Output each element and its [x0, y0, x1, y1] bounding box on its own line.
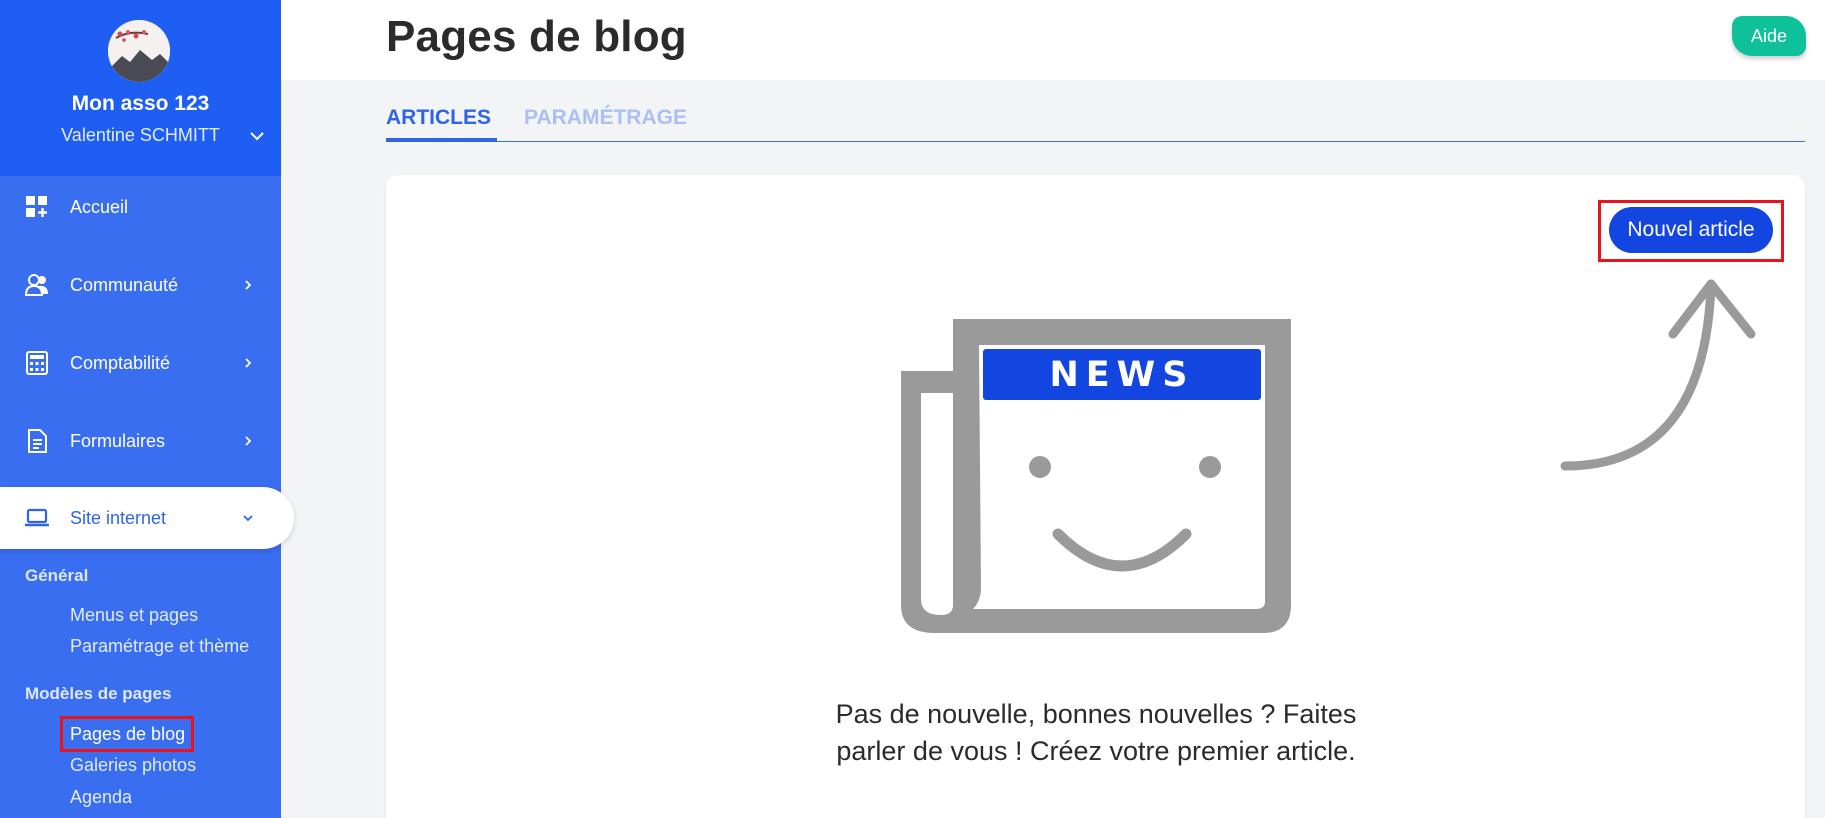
- chevron-right-icon: [245, 436, 252, 446]
- highlight-box: [60, 716, 194, 752]
- empty-state-line: parler de vous ! Créez votre premier art…: [836, 736, 1356, 766]
- nav-label: Formulaires: [70, 430, 166, 451]
- sidebar-link-menus-et-pages[interactable]: Menus et pages: [70, 605, 198, 626]
- nav-label: Communauté: [70, 274, 179, 295]
- tab-bar: ARTICLES PARAMÉTRAGE: [386, 106, 1805, 142]
- chevron-right-icon: [245, 280, 252, 290]
- section-title-modeles-de-pages: Modèles de pages: [25, 684, 172, 703]
- organization-name: Mon asso 123: [71, 92, 210, 115]
- sidebar-link-galeries-photos[interactable]: Galeries photos: [70, 755, 196, 776]
- laptop-icon: [25, 508, 49, 527]
- nav-item-comptabilite[interactable]: Comptabilité: [0, 332, 281, 394]
- empty-state-message: Pas de nouvelle, bonnes nouvelles ? Fait…: [790, 696, 1402, 770]
- curved-arrow-icon: [1560, 279, 1756, 471]
- sidebar: Mon asso 123 Valentine SCHMITT Accueil C…: [0, 0, 294, 818]
- document-icon: [28, 429, 47, 453]
- section-title-general: Général: [25, 566, 89, 585]
- chevron-right-icon: [245, 358, 252, 368]
- nav-item-communaute[interactable]: Communauté: [0, 254, 281, 316]
- tab-articles[interactable]: ARTICLES: [386, 106, 497, 142]
- tab-parametrage[interactable]: PARAMÉTRAGE: [524, 106, 687, 142]
- user-name[interactable]: Valentine SCHMITT: [0, 125, 281, 146]
- sidebar-header: Mon asso 123 Valentine SCHMITT: [0, 0, 281, 176]
- nav-label: Accueil: [70, 196, 129, 217]
- organization-avatar[interactable]: [108, 20, 170, 82]
- community-icon: [24, 274, 48, 296]
- newspaper-illustration: NEWS: [901, 319, 1291, 633]
- nav-label: Site internet: [70, 507, 167, 528]
- chevron-down-icon: [243, 515, 253, 522]
- sidebar-link-agenda[interactable]: Agenda: [70, 787, 132, 808]
- page-title: Pages de blog: [386, 12, 687, 61]
- sidebar-link-parametrage-theme[interactable]: Paramétrage et thème: [70, 636, 249, 657]
- calculator-icon: [26, 351, 48, 375]
- nav-item-accueil[interactable]: Accueil: [0, 176, 281, 238]
- nav-label: Comptabilité: [70, 352, 171, 373]
- nav-item-site-internet[interactable]: Site internet: [0, 487, 294, 549]
- nav-item-formulaires[interactable]: Formulaires: [0, 410, 281, 472]
- news-banner-text: NEWS: [1049, 355, 1194, 395]
- help-button[interactable]: Aide: [1732, 16, 1806, 56]
- new-article-button[interactable]: Nouvel article: [1609, 207, 1773, 253]
- chevron-down-icon[interactable]: [246, 125, 268, 147]
- empty-state-line: Pas de nouvelle, bonnes nouvelles ? Fait…: [835, 699, 1357, 729]
- dashboard-icon: [26, 196, 47, 217]
